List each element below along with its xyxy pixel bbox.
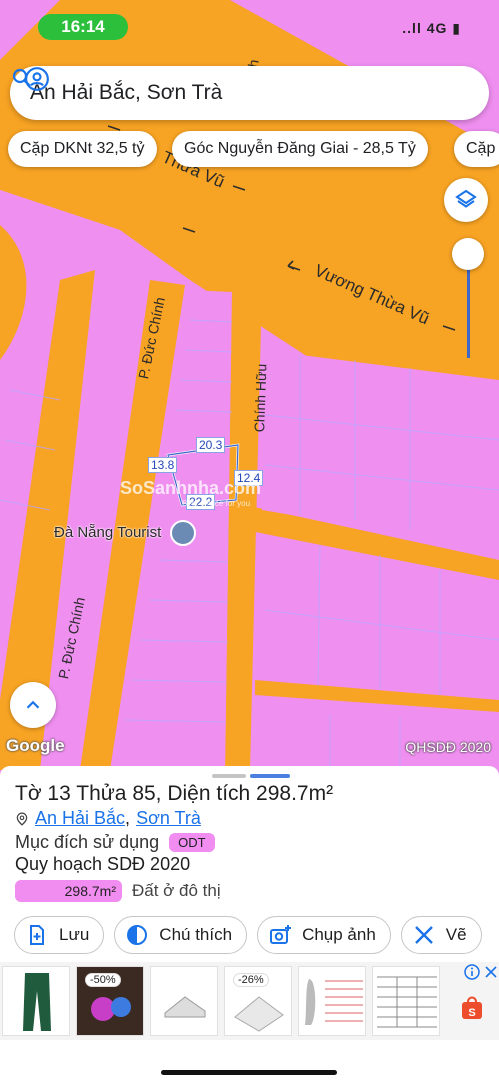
discount-tag: -50%	[85, 973, 121, 987]
parcel-info-sheet[interactable]: Tờ 13 Thửa 85, Diện tích 298.7m² An Hải …	[0, 766, 499, 1080]
pants-image	[23, 973, 51, 1031]
draw-tools-icon	[414, 926, 433, 944]
ad-item[interactable]: -50%	[76, 966, 144, 1036]
chevron-up-icon	[26, 700, 40, 709]
home-indicator[interactable]	[161, 1070, 337, 1075]
ad-close-icon[interactable]	[484, 965, 498, 979]
parcel-dimension-top: 20.3	[196, 437, 226, 453]
district-link[interactable]: Sơn Trà	[136, 808, 201, 829]
sheet-page-indicator	[250, 774, 290, 778]
plan-title: Quy hoạch SDĐ 2020	[15, 854, 191, 874]
suggestion-chip[interactable]: Cặp	[454, 131, 499, 167]
ward-link[interactable]: An Hải Bắc	[35, 808, 125, 829]
add-photo-icon	[270, 925, 292, 944]
land-type-label: Đất ở đô thị	[132, 881, 221, 900]
sheet-drag-handle[interactable]	[212, 774, 246, 778]
search-icon[interactable]	[10, 66, 34, 90]
table-image	[377, 976, 437, 1028]
shoe-image	[164, 996, 206, 1018]
google-logo: Google	[6, 736, 65, 755]
legend-button[interactable]: Chú thích	[114, 916, 248, 954]
status-icons: ..ll 4G ▮	[402, 20, 461, 36]
contrast-icon	[127, 925, 148, 945]
ad-item[interactable]	[2, 966, 70, 1036]
shopee-icon: S	[462, 996, 482, 1019]
save-label: Lưu	[59, 925, 90, 944]
street-label: Chính Hữu	[251, 363, 270, 433]
legend-label: Chú thích	[159, 925, 233, 944]
location-row: An Hải Bắc, Sơn Trà	[15, 808, 201, 829]
location-pin-icon	[16, 812, 28, 826]
ad-item[interactable]	[150, 966, 218, 1036]
map-view[interactable]: 16:14 ..ll 4G ▮ Vương Thừa Vũ Thừa Vũ P.…	[0, 0, 499, 770]
expand-up-button[interactable]	[10, 682, 56, 728]
land-use-badge: ODT	[169, 833, 215, 852]
size-chart-image	[305, 979, 363, 1025]
draw-button[interactable]: Vẽ	[400, 916, 482, 954]
plan-area-row: 298.7m² Đất ở đô thị	[15, 880, 221, 902]
clock-pill: 16:14	[38, 14, 128, 40]
opacity-slider-track[interactable]	[467, 256, 470, 358]
svg-text:S: S	[468, 1007, 475, 1019]
draw-label: Vẽ	[445, 925, 467, 944]
ad-info-icon[interactable]	[464, 964, 480, 980]
add-bookmark-icon	[30, 925, 44, 945]
action-row: Lưu Chú thích Chụp ảnh Vẽ	[14, 916, 482, 954]
suggestion-chip[interactable]: Cặp DKNt 32,5 tỷ	[8, 131, 157, 167]
photo-button[interactable]: Chụp ảnh	[257, 916, 391, 954]
layers-button[interactable]	[444, 178, 488, 222]
ad-item[interactable]	[372, 966, 440, 1036]
save-button[interactable]: Lưu	[14, 916, 105, 954]
suggestion-chip[interactable]: Góc Nguyễn Đăng Giai - 28,5 Tỷ	[172, 131, 428, 167]
opacity-slider-handle[interactable]	[452, 238, 484, 270]
location-separator: ,	[125, 808, 131, 828]
ad-banner[interactable]: -50% -26% S	[0, 962, 499, 1040]
ad-item[interactable]	[298, 966, 366, 1036]
discount-tag: -26%	[233, 973, 269, 987]
poi-pin-icon[interactable]	[170, 520, 196, 546]
land-use-row: Mục đích sử dụng ODT	[15, 832, 215, 853]
watermark-logo: SoSanhnha.com Best choice for you	[120, 478, 262, 508]
land-use-label: Mục đích sử dụng	[15, 832, 160, 852]
parcel-title: Tờ 13 Thửa 85, Diện tích 298.7m²	[15, 782, 334, 805]
layers-icon	[455, 189, 477, 208]
photo-label: Chụp ảnh	[302, 925, 376, 944]
search-input[interactable]: An Hải Bắc, Sơn Trà	[30, 81, 489, 105]
parcel-dimension-left: 13.8	[148, 457, 178, 473]
ad-item[interactable]: -26%	[224, 966, 292, 1036]
area-value-chip: 298.7m²	[15, 880, 122, 902]
layer-name-label: QHSDĐ 2020	[405, 739, 491, 755]
search-bar[interactable]: An Hải Bắc, Sơn Trà	[10, 66, 489, 120]
poi-label[interactable]: Đà Nẵng Tourist	[54, 524, 161, 541]
